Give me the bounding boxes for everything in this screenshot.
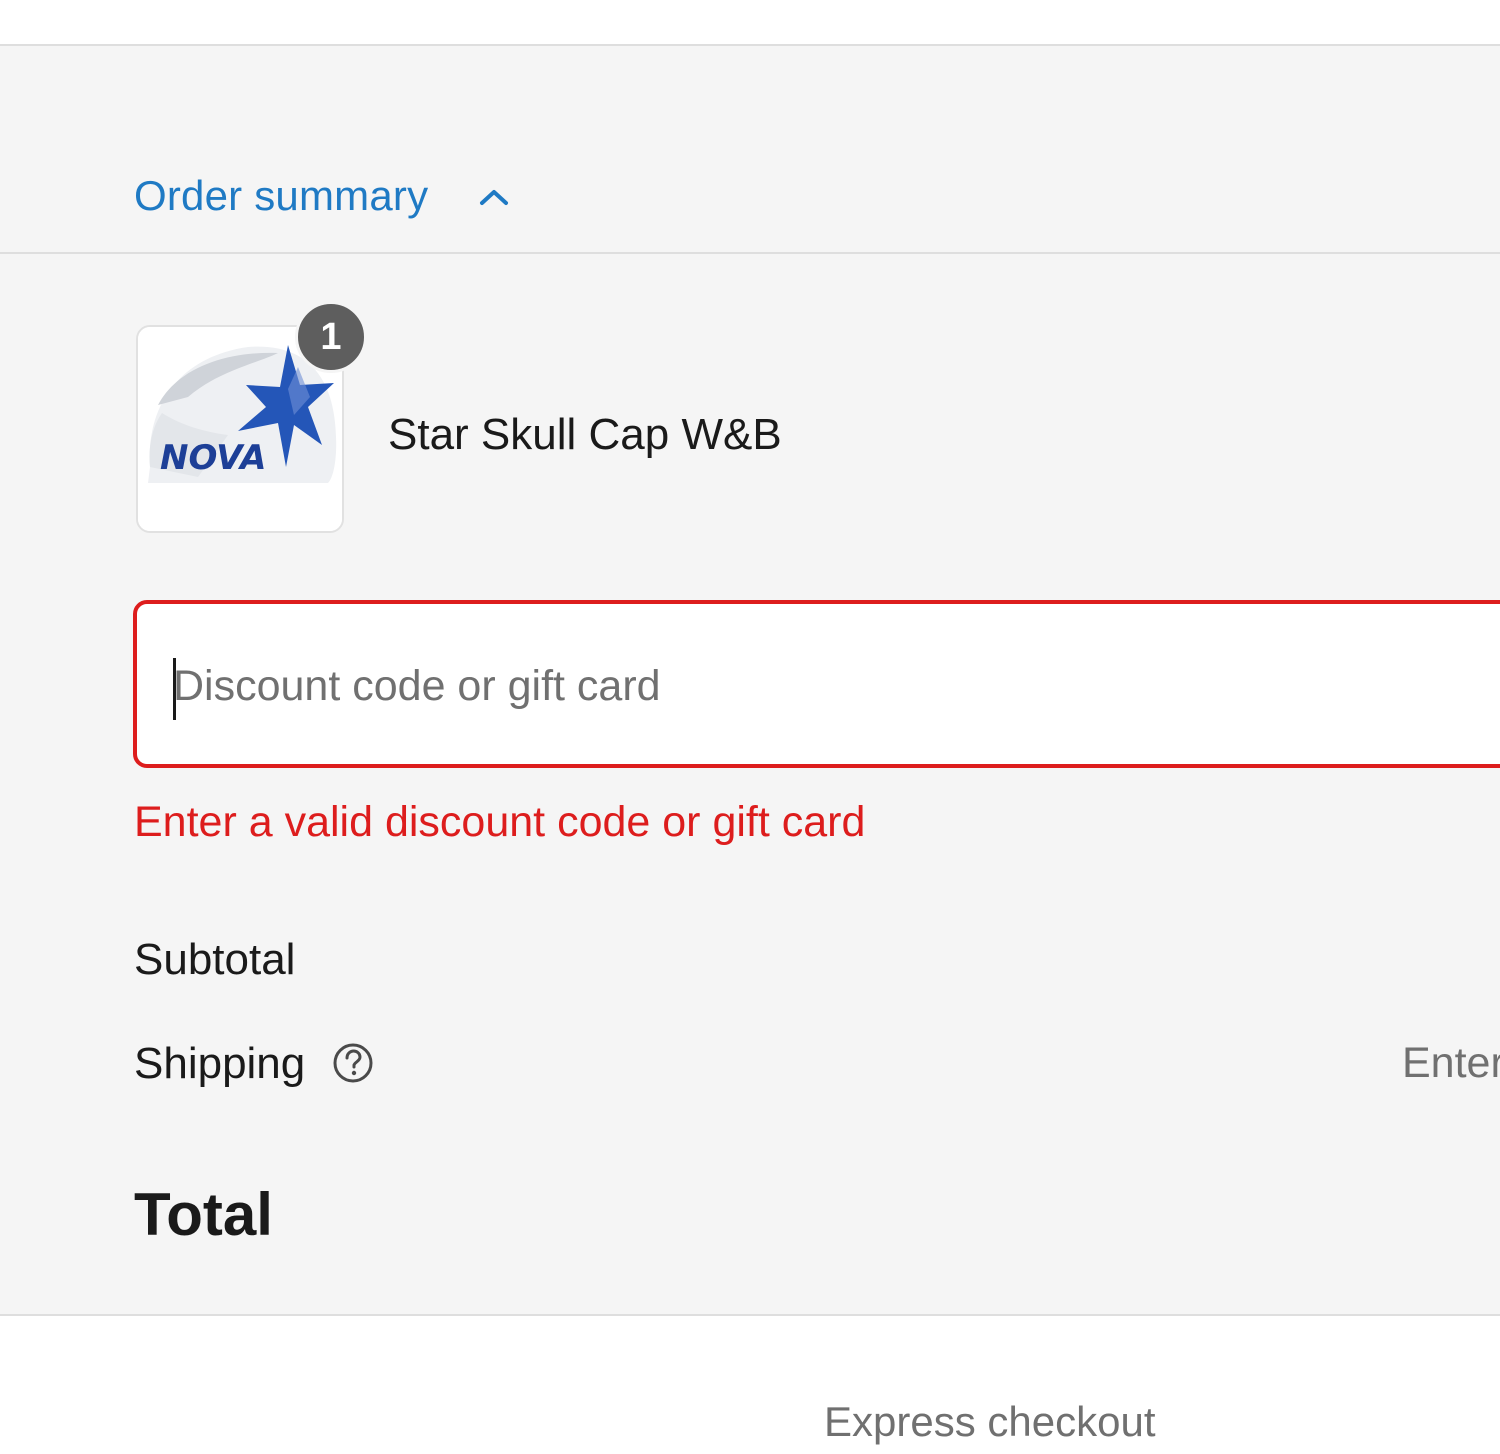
- text-caret: [173, 658, 176, 720]
- header-strip: [0, 0, 1500, 46]
- quantity-badge: 1: [295, 301, 367, 373]
- total-label: Total: [134, 1181, 273, 1248]
- product-name: Star Skull Cap W&B: [388, 410, 782, 459]
- discount-input[interactable]: [173, 650, 1373, 722]
- chevron-up-icon: [480, 190, 508, 205]
- discount-error-message: Enter a valid discount code or gift card: [134, 798, 866, 846]
- discount-field[interactable]: [133, 600, 1500, 768]
- order-summary-label: Order summary: [134, 172, 429, 219]
- shipping-label: Shipping: [134, 1039, 306, 1088]
- question-circle-icon[interactable]: [332, 1042, 374, 1084]
- thumbnail-logo-text: NOVA: [160, 438, 266, 478]
- order-summary-toggle[interactable]: Order summary: [0, 46, 1500, 254]
- shipping-value: Enter: [1402, 1039, 1500, 1087]
- subtotal-label: Subtotal: [134, 935, 296, 984]
- express-checkout-label: Express checkout: [824, 1398, 1156, 1445]
